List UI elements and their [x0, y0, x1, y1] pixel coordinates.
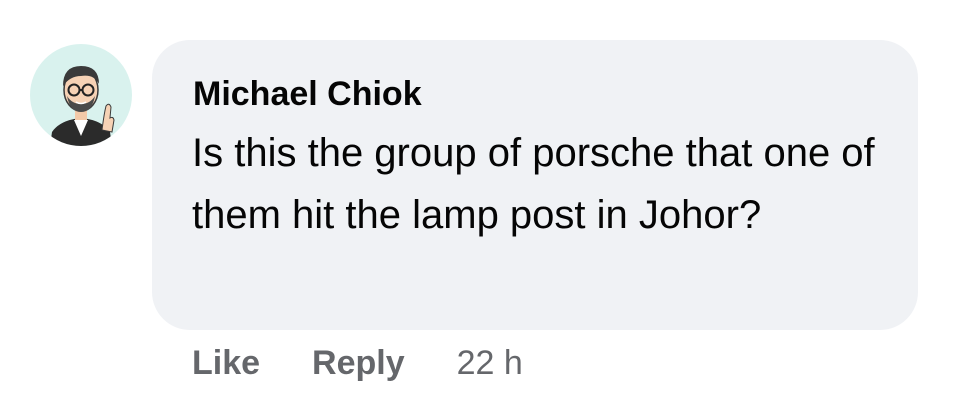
avatar[interactable]	[30, 44, 132, 146]
comment-author[interactable]: Michael Chiok	[193, 70, 878, 118]
comment-timestamp[interactable]: 22 h	[457, 344, 523, 383]
cartoon-man-avatar-icon	[50, 66, 115, 146]
like-button[interactable]: Like	[192, 344, 260, 383]
reply-button[interactable]: Reply	[312, 344, 405, 383]
comment-text: Is this the group of porsche that one of…	[192, 131, 875, 237]
comment-actions: Like Reply 22 h	[192, 338, 523, 388]
comment-bubble: Michael Chiok Is this the group of porsc…	[152, 40, 918, 330]
comment: Michael Chiok Is this the group of porsc…	[0, 0, 960, 414]
